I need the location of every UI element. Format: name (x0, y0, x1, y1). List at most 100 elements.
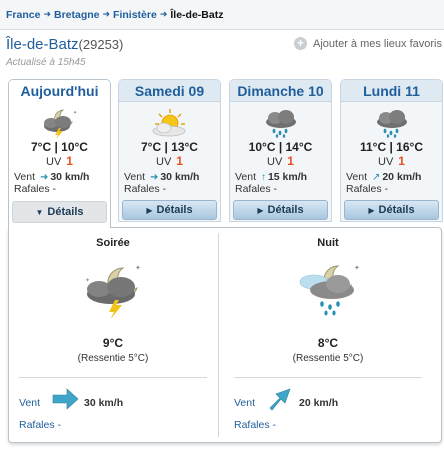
triangle-right-icon: ▶ (368, 206, 375, 215)
day-name: Aujourd'hui (9, 80, 110, 102)
period-temp: 8°C (317, 336, 339, 350)
svg-text:✦: ✦ (135, 264, 141, 272)
breadcrumb-finistere[interactable]: Finistère (113, 9, 157, 21)
breadcrumb-current: Île-de-Batz (170, 8, 224, 21)
night-storm-icon: ✦ ✦ (85, 264, 141, 318)
svg-text:✦: ✦ (73, 110, 77, 116)
breadcrumb-france[interactable]: France (6, 9, 40, 21)
gust-row: Rafales - (235, 183, 278, 195)
details-soiree: Soirée ✦ ✦ 9°C (Ressentie 5°C) Vent 30 k… (9, 228, 217, 442)
feels-like: (Ressentie 5°C) (292, 353, 364, 364)
details-label: Détails (47, 206, 84, 218)
svg-text:✦: ✦ (85, 277, 90, 284)
svg-text:✦: ✦ (354, 264, 360, 272)
period-temp: 9°C (102, 336, 124, 350)
wind-label: Vent (234, 397, 256, 409)
wind-arrow-icon: ↗ (371, 172, 381, 183)
wind-arrow-icon (52, 388, 79, 410)
wind-arrow-icon: ➜ (149, 172, 159, 183)
uv-value: 1 (398, 154, 405, 168)
sun-cloud-icon (152, 109, 186, 137)
triangle-right-icon: ▶ (257, 206, 264, 215)
details-button[interactable]: ▶ Détails (122, 200, 217, 220)
wind-row: Vent ➜ 30 km/h (124, 171, 199, 183)
triangle-down-icon: ▼ (35, 208, 44, 217)
uv-value: 1 (66, 154, 73, 168)
breadcrumb: France ➜ Bretagne ➜ Finistère ➜ Île-de-B… (0, 0, 444, 30)
details-nuit: Nuit ✦ 8°C (Ressentie 5°C) Vent 20 km/h … (224, 228, 432, 442)
breadcrumb-bretagne[interactable]: Bretagne (54, 9, 100, 21)
breadcrumb-arrow-icon: ➜ (43, 9, 51, 19)
gust-row: Rafales - (346, 183, 389, 195)
add-favorite-link[interactable]: + Ajouter à mes lieux favoris (294, 37, 442, 50)
wind-row: Vent ↑ 15 km/h (235, 171, 307, 183)
uv-label: UV (46, 156, 62, 168)
wind-label: Vent (19, 397, 41, 409)
wind-label: Vent (124, 171, 146, 183)
feels-like: (Ressentie 5°C) (77, 353, 149, 364)
rain-cloud-icon (377, 110, 407, 138)
updated-time: Actualisé à 15h45 (6, 57, 86, 68)
uv-label: UV (378, 156, 394, 168)
plus-icon: + (294, 37, 307, 50)
night-rain-icon: ✦ (299, 264, 360, 316)
postal-code: (29253) (78, 37, 124, 52)
details-label: Détails (378, 204, 415, 216)
breadcrumb-arrow-icon: ➜ (102, 9, 111, 19)
details-panel: Soirée ✦ ✦ 9°C (Ressentie 5°C) Vent 30 k… (8, 227, 442, 443)
details-button[interactable]: ▼ Détails (12, 201, 107, 223)
add-favorite-label: Ajouter à mes lieux favoris (313, 37, 442, 50)
uv-index: UV 1 (341, 154, 442, 168)
city-name: Île-de-Batz (6, 36, 79, 53)
day-card-today[interactable]: Aujourd'hui ✦ 7°C | 10°C UV 1 Vent ➜ 30 km… (8, 79, 111, 228)
page-title: Île-de-Batz(29253) (6, 36, 123, 53)
night-storm-icon: ✦ (44, 109, 77, 138)
wind-arrow-icon: ↑ (260, 172, 266, 183)
wind-speed: 15 km/h (267, 171, 308, 183)
wind-label: Vent (235, 171, 257, 183)
uv-index: UV 1 (230, 154, 331, 168)
day-name: Samedi 09 (119, 80, 220, 102)
wind-speed: 20 km/h (299, 397, 339, 409)
gust-label: Rafales - (234, 419, 277, 431)
day-card-samedi[interactable]: Samedi 09 7°C | 13°C UV 1 Vent ➜ 30 km/h R… (118, 79, 221, 222)
uv-index: UV 1 (9, 154, 110, 168)
uv-label: UV (156, 156, 172, 168)
divider (234, 377, 422, 378)
details-button[interactable]: ▶ Détails (344, 200, 439, 220)
wind-arrow-icon (269, 388, 291, 411)
vertical-divider (218, 233, 219, 437)
divider (19, 377, 207, 378)
period-title: Nuit (317, 237, 339, 249)
details-label: Détails (267, 204, 304, 216)
details-button[interactable]: ▶ Détails (233, 200, 328, 220)
uv-index: UV 1 (119, 154, 220, 168)
gust-row: Rafales - (14, 183, 57, 195)
wind-row: Vent ↗ 20 km/h (346, 171, 421, 183)
gust-row: Rafales - (124, 183, 167, 195)
wind-speed: 30 km/h (84, 397, 124, 409)
wind-speed: 30 km/h (160, 171, 200, 183)
rain-cloud-icon (266, 110, 296, 138)
wind-arrow-icon: ➜ (39, 172, 49, 183)
day-name: Lundi 11 (341, 80, 442, 102)
gust-label: Rafales - (19, 419, 62, 431)
day-temp: 10°C | 14°C (248, 140, 313, 154)
wind-label: Vent (14, 171, 36, 183)
wind-speed: 20 km/h (382, 171, 422, 183)
day-card-lundi[interactable]: Lundi 11 11°C | 16°C UV 1 Vent ↗ 20 km/h R… (340, 79, 443, 222)
day-card-dimanche[interactable]: Dimanche 10 10°C | 14°C UV 1 Vent ↑ 15 km/… (229, 79, 332, 222)
day-temp: 11°C | 16°C (360, 140, 423, 154)
uv-label: UV (267, 156, 283, 168)
day-temp: 7°C | 13°C (141, 140, 198, 154)
day-name: Dimanche 10 (230, 80, 331, 102)
uv-value: 1 (287, 154, 294, 168)
wind-row: Vent ➜ 30 km/h (14, 171, 89, 183)
period-title: Soirée (96, 237, 130, 249)
details-label: Détails (156, 204, 193, 216)
uv-value: 1 (176, 154, 183, 168)
day-temp: 7°C | 10°C (31, 140, 88, 154)
triangle-right-icon: ▶ (146, 206, 153, 215)
wind-speed: 30 km/h (50, 171, 90, 183)
wind-label: Vent (346, 171, 368, 183)
